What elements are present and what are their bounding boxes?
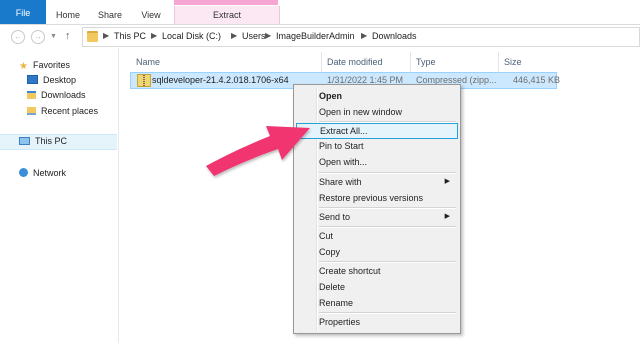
nav-item-downloads[interactable]: Downloads: [27, 88, 86, 102]
menu-item-label: Pin to Start: [319, 141, 364, 151]
nav-item-desktop[interactable]: Desktop: [27, 73, 76, 87]
nav-label: Favorites: [32, 60, 70, 70]
menu-item-share-with[interactable]: Share with ▶: [296, 174, 456, 190]
column-header-type[interactable]: Type: [416, 55, 436, 69]
menu-item-label: Share with: [319, 177, 362, 187]
desktop-icon: [27, 75, 38, 84]
breadcrumb-downloads[interactable]: Downloads: [372, 31, 417, 41]
menu-item-label: Extract All...: [320, 126, 368, 136]
submenu-arrow-icon: ▶: [444, 213, 450, 220]
breadcrumb-local-disk[interactable]: Local Disk (C:): [162, 31, 221, 41]
tab-extract[interactable]: Extract: [174, 6, 280, 24]
network-icon: [19, 168, 28, 177]
nav-label: This PC: [35, 136, 68, 146]
breadcrumb-separator-icon[interactable]: ▶: [231, 31, 237, 40]
menu-item-cut[interactable]: Cut: [296, 228, 456, 244]
menu-item-open-new-window[interactable]: Open in new window: [296, 104, 456, 120]
navigation-pane: ★ Favorites Desktop Downloads Recent plac…: [0, 48, 119, 343]
menu-item-copy[interactable]: Copy: [296, 244, 456, 260]
recent-places-icon: [27, 107, 36, 115]
nav-item-network[interactable]: Network: [19, 166, 66, 180]
menu-item-label: Copy: [319, 247, 341, 257]
menu-item-label: Send to: [319, 212, 351, 222]
nav-label: Recent places: [41, 106, 99, 116]
menu-item-label: Rename: [319, 298, 354, 308]
contextual-tab-accent: [174, 0, 278, 5]
downloads-folder-icon: [27, 91, 36, 99]
breadcrumb-imagebuilderadmin[interactable]: ImageBuilderAdmin: [276, 31, 355, 41]
column-divider[interactable]: [321, 52, 322, 72]
menu-item-open-with[interactable]: Open with...: [296, 154, 456, 170]
computer-icon: [19, 137, 30, 145]
address-bar[interactable]: ▶ This PC ▶ Local Disk (C:) ▶ Users ▶ Im…: [82, 27, 640, 47]
breadcrumb-this-pc[interactable]: This PC: [114, 31, 146, 41]
column-header-date-modified[interactable]: Date modified: [327, 55, 383, 69]
submenu-arrow-icon: ▶: [444, 178, 450, 185]
menu-item-restore-previous-versions[interactable]: Restore previous versions: [296, 190, 456, 206]
menu-item-label: Properties: [319, 317, 361, 327]
menu-item-label: Open: [319, 91, 343, 101]
folder-icon: [87, 31, 98, 42]
column-divider[interactable]: [410, 52, 411, 72]
tab-share[interactable]: Share: [90, 6, 130, 24]
column-header-name[interactable]: Name: [136, 55, 160, 69]
menu-item-label: Open with...: [319, 157, 368, 167]
menu-item-rename[interactable]: Rename: [296, 295, 456, 311]
tab-view[interactable]: View: [130, 6, 172, 24]
file-name[interactable]: sqldeveloper-21.4.2.018.1706-x64: [152, 74, 289, 86]
breadcrumb-separator-icon[interactable]: ▶: [151, 31, 157, 40]
back-arrow-icon[interactable]: ←: [11, 30, 25, 44]
menu-item-label: Cut: [319, 231, 334, 241]
nav-item-recent-places[interactable]: Recent places: [27, 104, 98, 118]
star-icon: ★: [19, 61, 28, 72]
breadcrumb-users[interactable]: Users: [242, 31, 266, 41]
menu-item-create-shortcut[interactable]: Create shortcut: [296, 263, 456, 279]
menu-item-label: Open in new window: [319, 107, 403, 117]
menu-item-pin-to-start[interactable]: Pin to Start: [296, 138, 456, 154]
column-divider[interactable]: [498, 52, 499, 72]
nav-item-this-pc[interactable]: This PC: [19, 134, 67, 148]
nav-item-favorites[interactable]: ★ Favorites: [19, 58, 70, 72]
menu-item-send-to[interactable]: Send to ▶: [296, 209, 456, 225]
menu-item-extract-all[interactable]: Extract All...: [296, 123, 458, 139]
menu-item-open[interactable]: Open: [296, 88, 456, 104]
breadcrumb-separator-icon[interactable]: ▶: [361, 31, 367, 40]
menu-item-label: Restore previous versions: [319, 193, 424, 203]
tab-home[interactable]: Home: [46, 6, 90, 24]
menu-item-label: Create shortcut: [319, 266, 381, 276]
column-header-size[interactable]: Size: [504, 55, 522, 69]
nav-label: Network: [33, 168, 67, 178]
zip-folder-icon: [137, 74, 151, 87]
up-arrow-icon[interactable]: ↑: [65, 30, 71, 42]
context-menu: Open Open in new window Extract All... P…: [293, 84, 461, 334]
recent-locations-chevron-icon[interactable]: ▼: [50, 33, 57, 40]
nav-label: Downloads: [41, 90, 86, 100]
forward-arrow-icon[interactable]: →: [31, 30, 45, 44]
menu-item-delete[interactable]: Delete: [296, 279, 456, 295]
breadcrumb-separator-icon[interactable]: ▶: [265, 31, 271, 40]
tab-file[interactable]: File: [0, 0, 46, 24]
breadcrumb-separator-icon[interactable]: ▶: [103, 31, 109, 40]
address-row: ← → ▼ ↑ ▶ This PC ▶ Local Disk (C:) ▶ Us…: [0, 25, 640, 47]
nav-label: Desktop: [43, 75, 77, 85]
file-size: 446,415 KB: [513, 75, 561, 85]
menu-item-label: Delete: [319, 282, 346, 292]
menu-item-properties[interactable]: Properties: [296, 314, 456, 330]
